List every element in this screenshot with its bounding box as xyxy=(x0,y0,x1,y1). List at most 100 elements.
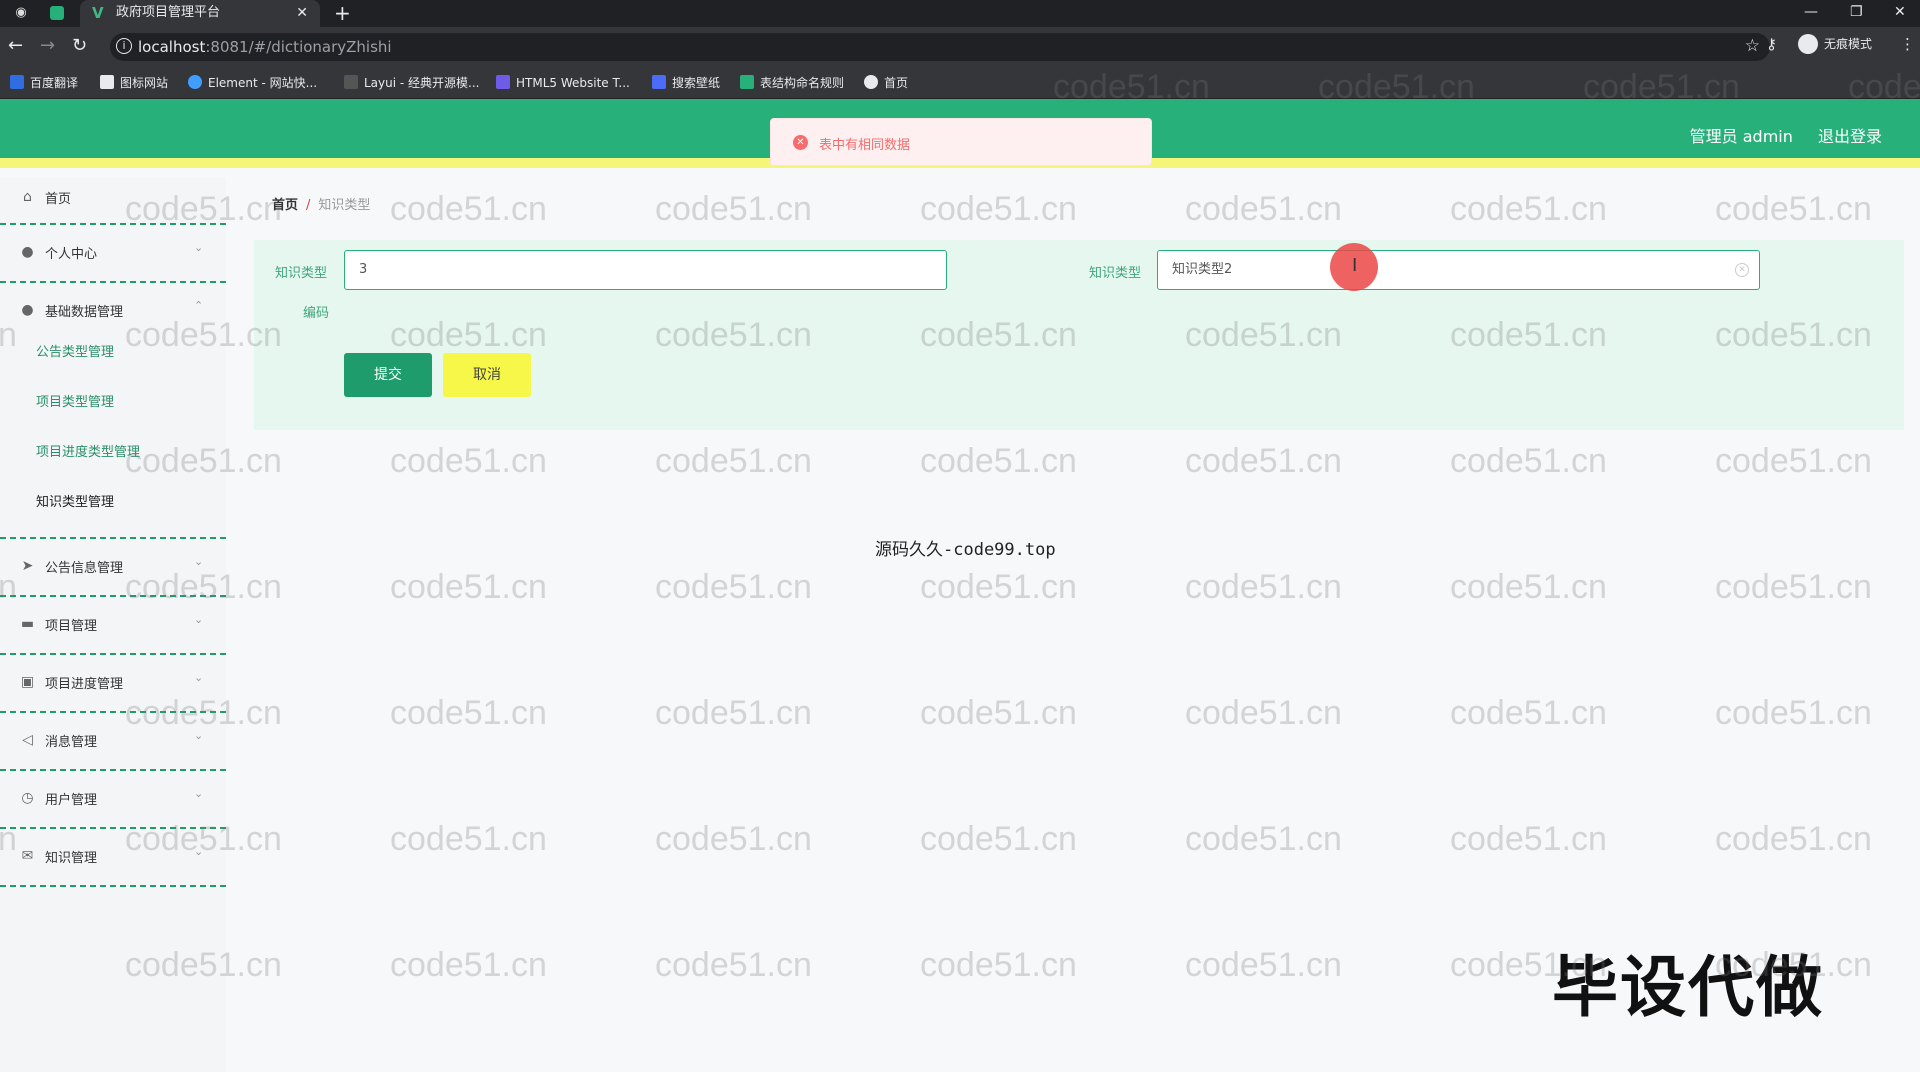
watermark-text: code51.cn xyxy=(920,442,1077,480)
bookmark-item[interactable]: Layui - 经典开源模... xyxy=(344,75,479,91)
chevron-down-icon: ⌄ xyxy=(194,845,204,858)
watermark-text: code51.cn xyxy=(1450,820,1607,858)
url-path: :8081/#/dictionaryZhishi xyxy=(205,38,392,56)
watermark-text: code51.cn xyxy=(655,820,812,858)
breadcrumb: 首页 / 知识类型 xyxy=(272,194,370,213)
logout-link[interactable]: 退出登录 xyxy=(1818,127,1882,146)
watermark-text: code51.cn xyxy=(655,568,812,606)
back-icon[interactable]: ← xyxy=(8,35,23,57)
sidebar-item-label: 项目进度管理 xyxy=(45,677,124,692)
chevron-down-icon: ⌄ xyxy=(194,787,204,800)
sidebar-item-label: 个人中心 xyxy=(45,247,98,262)
sidebar-item-label: 基础数据管理 xyxy=(45,305,124,320)
url-host: localhost xyxy=(138,38,206,56)
close-tab-icon[interactable]: ✕ xyxy=(296,4,308,22)
text-cursor-icon: I xyxy=(1352,255,1358,276)
bookmark-item[interactable]: 首页 xyxy=(864,75,908,91)
name-input[interactable]: 知识类型2 ✕ xyxy=(1157,250,1760,290)
browser-tab-strip: ◉ V 政府项目管理平台 ✕ + — ❐ ✕ xyxy=(0,0,1920,27)
cancel-button[interactable]: 取消 xyxy=(443,353,531,397)
sidebar: ⌂ 首页 ● 个人中心 ⌄ ● 基础数据管理 ⌃ 公告类型管理 项目类型管理 项… xyxy=(0,178,226,1072)
vue-logo-icon: V xyxy=(92,4,104,22)
bookmark-label: Layui - 经典开源模... xyxy=(364,76,480,90)
clock-icon: ◷ xyxy=(21,790,34,806)
watermark-text: code51.cn xyxy=(1450,190,1607,228)
user-icon: ● xyxy=(21,244,34,260)
code-input[interactable]: 3 xyxy=(344,250,947,290)
sidebar-item-label: 消息管理 xyxy=(45,735,98,750)
browser-menu-icon[interactable]: ⋮ xyxy=(1900,35,1915,53)
watermark-text: code51.cn xyxy=(1185,820,1342,858)
new-tab-button[interactable]: + xyxy=(334,2,351,24)
sidebar-item-personal-center[interactable]: ● 个人中心 ⌄ xyxy=(0,225,226,283)
watermark-text: code51.cn xyxy=(390,568,547,606)
watermark-text: code51.cn xyxy=(390,946,547,984)
close-window-icon[interactable]: ✕ xyxy=(1894,2,1906,22)
user-label: 管理员 admin xyxy=(1689,127,1793,146)
user-icon: ● xyxy=(21,302,34,318)
bookmark-favicon-icon xyxy=(652,75,666,89)
breadcrumb-separator: / xyxy=(306,198,311,213)
bookmark-label: 首页 xyxy=(884,76,909,90)
overlay-promo-text: 毕设代做 xyxy=(1552,949,1824,1026)
sidebar-subitem-progress-type[interactable]: 项目进度类型管理 xyxy=(36,441,140,460)
site-info-icon[interactable]: i xyxy=(116,38,132,54)
tab-title: 政府项目管理平台 xyxy=(116,5,221,20)
name-label: 知识类型 xyxy=(1089,266,1142,281)
watermark-text: code51.cn xyxy=(655,694,812,732)
sidebar-item-user[interactable]: ◷ 用户管理 ⌄ xyxy=(0,771,226,829)
bookmark-item[interactable]: 表结构命名规则 xyxy=(740,75,844,91)
clear-input-icon[interactable]: ✕ xyxy=(1735,263,1749,277)
bookmark-item[interactable]: HTML5 Website T... xyxy=(496,75,630,91)
sidebar-subitem-notice-type[interactable]: 公告类型管理 xyxy=(36,341,114,360)
code-label-suffix: 编码 xyxy=(303,306,330,321)
key-icon[interactable]: ⚷ xyxy=(1766,35,1777,53)
watermark-text: code51.cn xyxy=(1715,820,1872,858)
sidebar-item-home[interactable]: ⌂ 首页 xyxy=(0,178,226,225)
sidebar-item-progress[interactable]: ▣ 项目进度管理 ⌄ xyxy=(0,655,226,713)
send-icon: ➤ xyxy=(21,558,34,574)
chevron-down-icon: ⌄ xyxy=(194,555,204,568)
error-alert: ✕ 表中有相同数据 xyxy=(770,118,1152,166)
forward-icon[interactable]: → xyxy=(40,35,55,57)
breadcrumb-current: 知识类型 xyxy=(318,198,371,213)
incognito-indicator[interactable]: 无痕模式 xyxy=(1798,33,1872,55)
watermark-text: code51.cn xyxy=(1450,568,1607,606)
minimize-icon[interactable]: — xyxy=(1804,2,1818,22)
incognito-label: 无痕模式 xyxy=(1824,37,1873,51)
sidebar-subitem-knowledge-type[interactable]: 知识类型管理 xyxy=(36,491,114,510)
sidebar-item-project[interactable]: ▬ 项目管理 ⌄ xyxy=(0,597,226,655)
submit-button[interactable]: 提交 xyxy=(344,353,432,397)
reload-icon[interactable]: ↻ xyxy=(72,35,87,57)
watermark-text: code51.cn xyxy=(1450,442,1607,480)
bookmark-item[interactable]: 百度翻译 xyxy=(10,75,78,91)
watermark-text: code51.cn xyxy=(1185,946,1342,984)
watermark-text: code51.cn xyxy=(655,190,812,228)
sidebar-item-message[interactable]: ◁ 消息管理 ⌄ xyxy=(0,713,226,771)
watermark-text: code51.cn xyxy=(1715,442,1872,480)
bookmark-item[interactable]: 搜索壁纸 xyxy=(652,75,720,91)
bookmark-item[interactable]: 图标网站 xyxy=(100,75,168,91)
sidebar-item-basic-data[interactable]: ● 基础数据管理 ⌃ 公告类型管理 项目类型管理 项目进度类型管理 知识类型管理 xyxy=(0,283,226,539)
bookmark-favicon-icon xyxy=(864,75,878,89)
sidebar-item-knowledge[interactable]: ✉ 知识管理 ⌄ xyxy=(0,829,226,887)
bookmark-favicon-icon xyxy=(740,75,754,89)
clipboard-icon: ▣ xyxy=(20,674,35,690)
breadcrumb-home[interactable]: 首页 xyxy=(272,198,298,213)
chevron-up-icon: ⌃ xyxy=(194,299,204,312)
mail-icon: ✉ xyxy=(21,848,34,864)
error-icon: ✕ xyxy=(793,135,808,150)
watermark-text: code51.cn xyxy=(920,190,1077,228)
browser-tab[interactable]: V 政府项目管理平台 ✕ xyxy=(80,0,320,27)
sidebar-item-notice[interactable]: ➤ 公告信息管理 ⌄ xyxy=(0,539,226,597)
watermark-text: code51.cn xyxy=(1715,568,1872,606)
overlay-center-text: 源码久久-code99.top xyxy=(875,540,1056,560)
restore-icon[interactable]: ❐ xyxy=(1850,2,1863,22)
bookmark-star-icon[interactable]: ☆ xyxy=(1745,36,1760,56)
sidebar-subitem-project-type[interactable]: 项目类型管理 xyxy=(36,391,114,410)
extension-icon[interactable] xyxy=(50,6,64,20)
sidebar-item-label: 用户管理 xyxy=(45,793,98,808)
url-input[interactable]: i localhost:8081/#/dictionaryZhishi ☆ xyxy=(110,33,1770,61)
bookmark-item[interactable]: Element - 网站快... xyxy=(188,75,317,91)
sidebar-item-label: 项目管理 xyxy=(45,619,98,634)
